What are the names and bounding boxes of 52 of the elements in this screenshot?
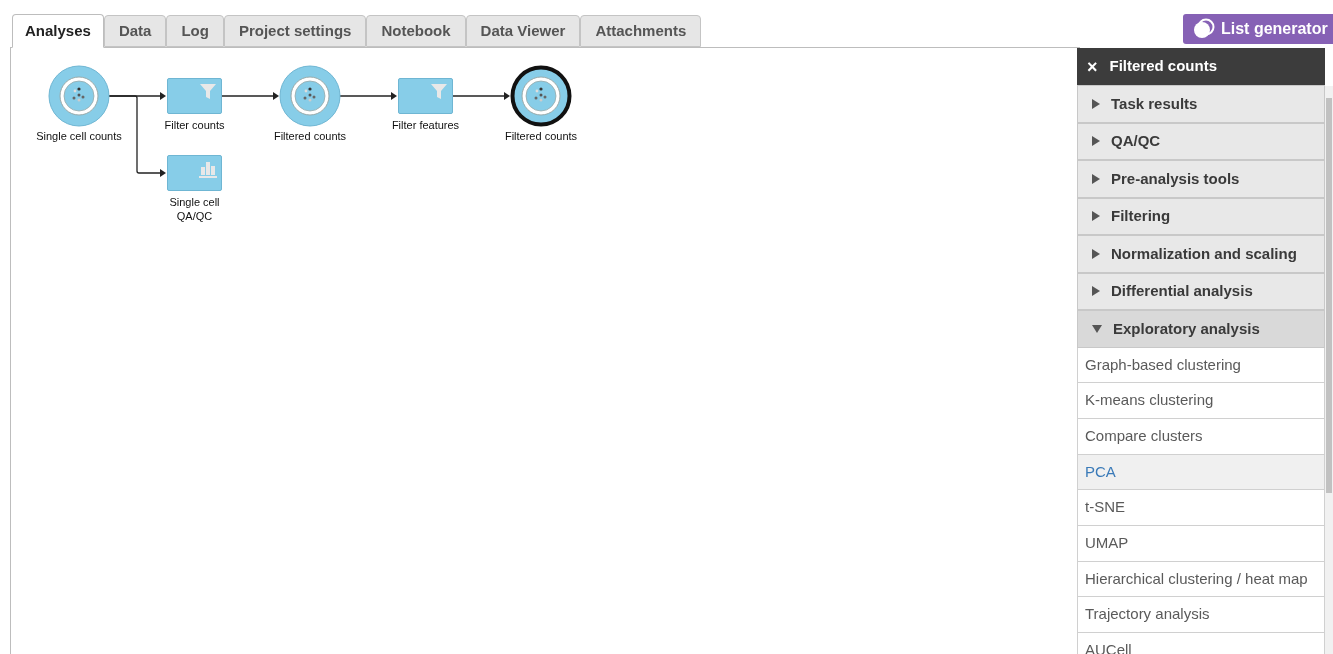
tab[interactable]: Data [103, 15, 167, 47]
caret-right-icon [1092, 211, 1100, 222]
scrollbar[interactable] [1325, 86, 1333, 654]
bar-chart-icon [198, 160, 218, 178]
menu-section[interactable]: Normalization and scaling [1077, 235, 1325, 273]
tab[interactable]: Data Viewer [465, 15, 581, 47]
connector-arrow [221, 92, 279, 100]
task-node[interactable] [398, 78, 453, 114]
funnel-icon [199, 83, 217, 100]
tab[interactable]: Notebook [366, 15, 466, 47]
menu-item[interactable]: Trajectory analysis [1077, 597, 1325, 633]
menu-item[interactable]: UMAP [1077, 525, 1325, 562]
connector-arrow [339, 92, 397, 100]
menu-section[interactable]: Differential analysis [1077, 272, 1325, 310]
menu-title: Filtered counts [1109, 56, 1218, 77]
node-label: Single cell QA/QC [168, 195, 221, 223]
node-label: Single cell counts [35, 129, 123, 143]
funnel-icon [430, 83, 448, 100]
task-node[interactable] [167, 78, 222, 114]
caret-right-icon [1092, 173, 1100, 184]
menu-item[interactable]: K-means clustering [1077, 383, 1325, 419]
caret-right-icon [1092, 98, 1100, 109]
node-label: Filtered counts [503, 129, 579, 143]
tab[interactable]: Attachments [580, 15, 702, 47]
menu-section[interactable]: Pre-analysis tools [1077, 160, 1325, 198]
node-label: Filter features [390, 118, 461, 132]
menu-section[interactable]: QA/QC [1077, 122, 1325, 160]
caret-down-icon [1092, 324, 1102, 333]
tab[interactable]: Project settings [223, 15, 367, 47]
tab[interactable]: Log [166, 15, 224, 47]
list-generator-button[interactable]: List generator [1183, 14, 1333, 44]
menu-section[interactable]: Task results [1077, 85, 1325, 123]
caret-right-icon [1092, 248, 1100, 259]
caret-right-icon [1092, 136, 1100, 147]
tab[interactable]: Analyses [12, 14, 104, 48]
data-node[interactable] [510, 65, 572, 127]
menu-item[interactable]: Compare clusters [1077, 418, 1325, 455]
close-button[interactable]: × [1087, 57, 1098, 76]
task-node[interactable] [167, 155, 222, 191]
connector-arrow [452, 92, 510, 100]
node-label: Filtered counts [272, 129, 348, 143]
menu-section[interactable]: Filtering [1077, 197, 1325, 235]
menu-item[interactable]: PCA [1077, 454, 1325, 491]
menu-item[interactable]: Graph-based clustering [1077, 347, 1325, 384]
menu-section[interactable]: Exploratory analysis [1077, 310, 1325, 348]
node-label: Filter counts [163, 118, 226, 132]
data-node[interactable] [279, 65, 341, 127]
circles-icon [1193, 18, 1215, 40]
data-node[interactable] [48, 65, 110, 127]
caret-right-icon [1092, 286, 1100, 297]
menu-item[interactable]: t-SNE [1077, 490, 1325, 526]
menu-item[interactable]: Hierarchical clustering / heat map [1077, 561, 1325, 598]
